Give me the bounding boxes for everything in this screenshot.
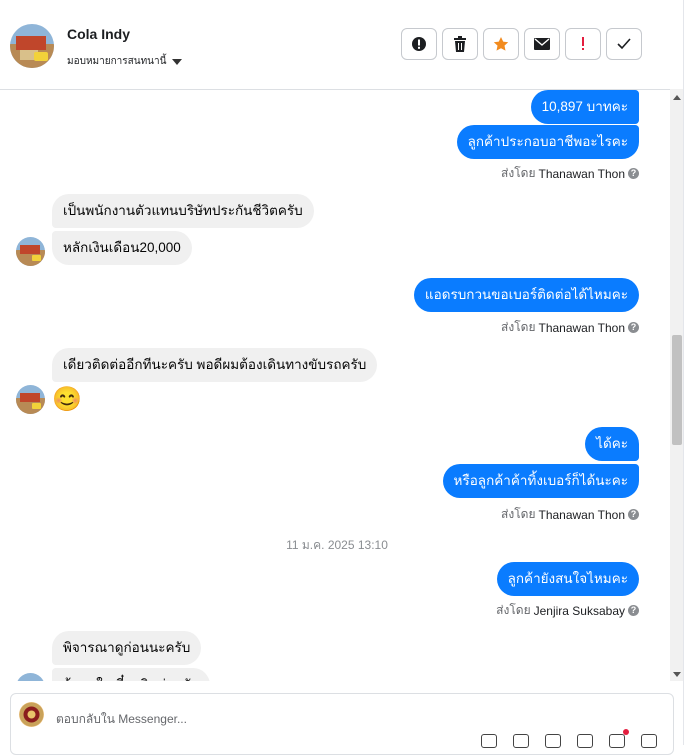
help-icon[interactable]: ? — [628, 605, 639, 616]
incoming-message[interactable]: เป็นพนักงานตัวแทนบริษัทประกันชีวิตครับ — [52, 194, 314, 228]
message-timestamp: 11 ม.ค. 2025 13:10 — [286, 538, 388, 552]
composer-toolbar — [481, 729, 657, 748]
scroll-up-arrow-icon[interactable] — [673, 95, 681, 100]
incoming-message[interactable]: พิจารณาดูก่อนนะครับ — [52, 631, 202, 665]
contact-avatar-small — [16, 385, 45, 414]
outgoing-message[interactable]: ลูกค้ายังสนใจไหมคะ — [496, 562, 639, 596]
page-avatar — [19, 702, 44, 727]
sender-name[interactable]: Jenjira Suksabay — [534, 604, 625, 618]
alert-circle-icon — [412, 37, 426, 51]
outgoing-message[interactable]: หรือลูกค้าค้าทิ้งเบอร์ก็ได้นะคะ — [442, 464, 639, 498]
panel-edge — [683, 0, 690, 745]
sender-name[interactable]: Thanawan Thon — [538, 321, 625, 335]
outgoing-message[interactable]: แอดรบกวนขอเบอร์ติดต่อได้ไหมคะ — [413, 278, 639, 312]
emoji-icon[interactable] — [577, 734, 593, 748]
saved-replies-icon[interactable] — [481, 734, 497, 748]
help-icon[interactable]: ? — [628, 322, 639, 333]
envelope-icon — [534, 38, 550, 50]
more-options-icon[interactable] — [641, 734, 657, 748]
reply-input[interactable]: ตอบกลับใน Messenger... — [56, 710, 187, 729]
thread-scrollbar[interactable] — [670, 89, 684, 681]
contact-avatar-small — [16, 673, 45, 681]
sent-by-prefix: ส่งโดย — [501, 507, 536, 521]
incoming-message[interactable]: เดียวติดต่ออีกทีนะครับ พอดีผมต้องเดินทาง… — [52, 348, 378, 382]
report-button[interactable] — [401, 28, 437, 60]
incoming-message[interactable]: หลักเงินเดือน20,000 — [52, 231, 192, 265]
sender-name[interactable]: Thanawan Thon — [538, 508, 625, 522]
sent-by-label: ส่งโดย Jenjira Suksabay ? — [496, 601, 639, 620]
scroll-thumb[interactable] — [672, 335, 682, 445]
star-button[interactable] — [483, 28, 519, 60]
checkmark-icon — [617, 38, 631, 50]
attachment-icon[interactable] — [513, 734, 529, 748]
sent-by-prefix: ส่งโดย — [496, 603, 531, 617]
contact-avatar[interactable] — [10, 24, 54, 68]
follow-up-button[interactable] — [565, 28, 601, 60]
assign-conversation-dropdown[interactable]: มอบหมายการสนทนานี้ — [67, 54, 183, 69]
incoming-message[interactable]: ถ้าสนใจเดี๋ยวติดต่อกลับ — [52, 668, 211, 681]
outgoing-message[interactable]: 10,897 บาทคะ — [530, 90, 639, 124]
sent-by-label: ส่งโดย Thanawan Thon ? — [501, 505, 639, 524]
emoji-message[interactable]: 😊 — [52, 385, 82, 415]
sent-by-label: ส่งโดย Thanawan Thon ? — [501, 164, 639, 183]
conversation-actions — [401, 28, 642, 60]
outgoing-message[interactable]: ได้คะ — [585, 427, 639, 461]
mark-unread-button[interactable] — [524, 28, 560, 60]
outgoing-message[interactable]: ลูกค้าประกอบอาชีพอะไรคะ — [456, 125, 639, 159]
scroll-down-arrow-icon[interactable] — [673, 672, 681, 677]
like-icon[interactable] — [609, 729, 629, 748]
sent-by-label: ส่งโดย Thanawan Thon ? — [501, 318, 639, 337]
sent-by-prefix: ส่งโดย — [501, 166, 536, 180]
assign-label: มอบหมายการสนทนานี้ — [67, 56, 167, 67]
gif-icon[interactable] — [545, 734, 561, 748]
delete-button[interactable] — [442, 28, 478, 60]
trash-icon — [454, 36, 466, 52]
contact-name[interactable]: Cola Indy — [67, 26, 130, 42]
reply-composer[interactable]: ตอบกลับใน Messenger... — [10, 693, 674, 755]
caret-down-icon — [172, 58, 183, 65]
message-thread[interactable]: 10,897 บาทคะ ลูกค้าประกอบอาชีพอะไรคะ ส่ง… — [0, 90, 670, 681]
conversation-header: Cola Indy มอบหมายการสนทนานี้ — [0, 0, 684, 90]
mark-done-button[interactable] — [606, 28, 642, 60]
contact-avatar-small — [16, 237, 45, 266]
sender-name[interactable]: Thanawan Thon — [538, 167, 625, 181]
help-icon[interactable]: ? — [628, 509, 639, 520]
star-icon — [493, 37, 509, 51]
sent-by-prefix: ส่งโดย — [501, 320, 536, 334]
help-icon[interactable]: ? — [628, 168, 639, 179]
exclamation-icon — [582, 37, 584, 50]
